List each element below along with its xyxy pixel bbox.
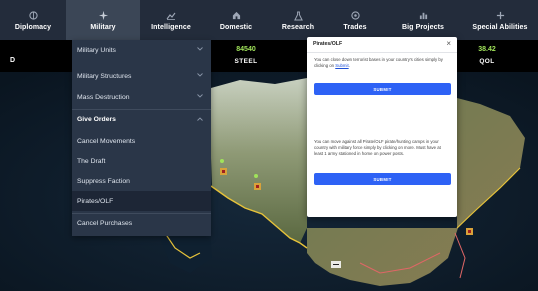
dialog-text-1-end: . bbox=[348, 63, 350, 68]
bar-chart-icon bbox=[419, 9, 428, 22]
tab-research[interactable]: Research bbox=[270, 0, 326, 40]
menu-item-label: Mass Destruction bbox=[77, 93, 130, 101]
dialog-text-terrorist-bases: You can close down terrorist bases in yo… bbox=[314, 57, 450, 69]
resource-fragment: D bbox=[10, 57, 16, 64]
tab-big-projects[interactable]: Big Projects bbox=[384, 0, 462, 40]
tab-domestic[interactable]: Domestic bbox=[202, 0, 270, 40]
menu-item-label: Cancel Movements bbox=[77, 137, 136, 145]
tab-trades[interactable]: Trades bbox=[326, 0, 384, 40]
tab-military[interactable]: Military bbox=[66, 0, 140, 40]
tab-special-abilities[interactable]: Special Abilities bbox=[462, 0, 538, 40]
chevron-down-icon bbox=[197, 72, 203, 79]
top-nav: Diplomacy Military Intelligence Domestic… bbox=[0, 0, 538, 40]
flask-icon bbox=[293, 9, 303, 22]
unit-dot[interactable] bbox=[220, 159, 224, 163]
tab-diplomacy[interactable]: Diplomacy bbox=[0, 0, 66, 40]
menu-item-give-orders[interactable]: Give Orders bbox=[72, 109, 211, 129]
menu-item-label: Suppress Faction bbox=[77, 177, 130, 185]
tab-label: Diplomacy bbox=[14, 24, 52, 31]
menu-item-the-draft[interactable]: The Draft bbox=[72, 151, 211, 171]
menu-item-military-units[interactable]: Military Units bbox=[72, 40, 211, 60]
tab-label: Intelligence bbox=[151, 24, 191, 31]
home-icon bbox=[232, 9, 241, 22]
submit-button-terrorist-bases[interactable]: SUBMIT bbox=[314, 83, 451, 95]
tab-label: Special Abilities bbox=[472, 24, 528, 31]
menu-item-label: Give Orders bbox=[77, 116, 116, 123]
tab-intelligence[interactable]: Intelligence bbox=[140, 0, 202, 40]
diplomacy-icon bbox=[28, 9, 38, 22]
menu-item-label: Military Structures bbox=[77, 72, 132, 80]
city-marker[interactable] bbox=[254, 183, 261, 190]
dialog-text-1: You can close down terrorist bases in yo… bbox=[314, 57, 443, 68]
menu-item-suppress-faction[interactable]: Suppress Faction bbox=[72, 171, 211, 191]
chevron-down-icon bbox=[197, 46, 203, 53]
chevron-up-icon bbox=[197, 116, 203, 123]
menu-item-label: Cancel Purchases bbox=[77, 220, 133, 227]
chevron-down-icon bbox=[197, 93, 203, 100]
menu-item-label: The Draft bbox=[77, 157, 106, 165]
steel-label: STEEL bbox=[234, 58, 258, 65]
menu-item-label: Pirates/OLF bbox=[77, 197, 114, 205]
menu-item-military-structures[interactable]: Military Structures bbox=[72, 66, 211, 86]
tab-label: Trades bbox=[343, 24, 367, 31]
tab-label: Military bbox=[90, 24, 116, 31]
dialog-text-pirate-camps: You can move against all Pirate/OLF pira… bbox=[314, 139, 441, 156]
close-icon[interactable]: × bbox=[446, 39, 451, 48]
resource-qol: 38.42 QOL bbox=[457, 46, 517, 65]
submit-button-pirate-camps[interactable]: SUBMIT bbox=[314, 173, 451, 185]
dialog-title: Pirates/OLF bbox=[313, 41, 343, 47]
steel-value: 84540 bbox=[236, 46, 256, 53]
pirates-olf-dialog: Pirates/OLF × You can close down terrori… bbox=[307, 37, 457, 217]
menu-item-mass-destruction[interactable]: Mass Destruction bbox=[72, 87, 211, 107]
unit-dot[interactable] bbox=[254, 174, 258, 178]
tab-label: Domestic bbox=[219, 24, 253, 31]
unit-marker[interactable] bbox=[331, 261, 341, 268]
menu-item-pirates-olf[interactable]: Pirates/OLF bbox=[72, 191, 211, 211]
tab-label: Big Projects bbox=[401, 24, 445, 31]
menu-item-cancel-movements[interactable]: Cancel Movements bbox=[72, 131, 211, 151]
dialog-header: Pirates/OLF × bbox=[307, 37, 457, 53]
qol-label: QOL bbox=[479, 58, 495, 65]
game-window: Diplomacy Military Intelligence Domestic… bbox=[0, 0, 538, 291]
menu-item-cancel-purchases[interactable]: Cancel Purchases bbox=[72, 213, 211, 233]
military-dropdown-menu: Military Units Military Structures Mass … bbox=[72, 40, 211, 236]
resource-steel: 84540 STEEL bbox=[216, 46, 276, 65]
military-icon bbox=[98, 9, 109, 22]
submit-link[interactable]: Submit bbox=[335, 63, 348, 68]
chart-icon bbox=[166, 9, 176, 22]
city-marker[interactable] bbox=[466, 228, 473, 235]
plus-icon bbox=[496, 9, 505, 22]
menu-item-label: Military Units bbox=[77, 46, 116, 54]
trades-icon bbox=[350, 9, 360, 22]
city-marker[interactable] bbox=[220, 168, 227, 175]
tab-label: Research bbox=[281, 24, 315, 31]
qol-value: 38.42 bbox=[478, 46, 496, 53]
